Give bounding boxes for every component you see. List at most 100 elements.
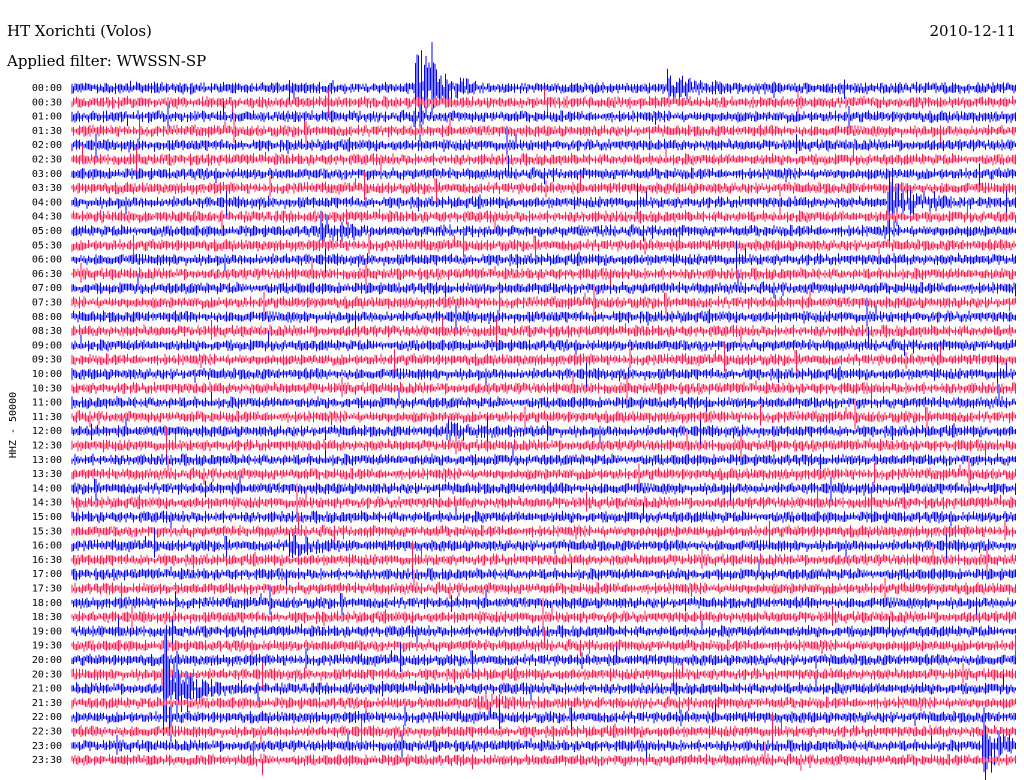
- trace-row-2200: [71, 700, 1016, 736]
- time-tick-label: 19:00: [32, 626, 62, 637]
- trace-row-0530: [71, 228, 1016, 264]
- trace-row-1030: [71, 374, 1016, 405]
- time-tick-label: 03:30: [32, 183, 62, 194]
- time-tick-label: 22:30: [32, 727, 62, 738]
- time-tick-label: 06:30: [32, 269, 62, 280]
- time-tick-label: 14:30: [32, 498, 62, 509]
- trace-row-0230: [71, 145, 1016, 176]
- trace-row-0000: [71, 42, 1016, 142]
- time-tick-label: 21:00: [32, 684, 62, 695]
- trace-row-1730: [71, 570, 1016, 607]
- time-tick-label: 05:00: [32, 226, 62, 237]
- trace-row-1200: [71, 416, 1016, 448]
- time-tick-label: 16:00: [32, 541, 62, 552]
- trace-row-0030: [71, 88, 1016, 119]
- time-tick-label: 00:00: [32, 83, 62, 94]
- time-tick-label: 11:30: [32, 412, 62, 423]
- filter-label: Applied filter: WWSSN-SP: [6, 52, 206, 70]
- helicorder-chart: HT Xorichti (Volos) Applied filter: WWSS…: [6, 22, 1016, 780]
- trace-row-2330: [71, 741, 1016, 776]
- trace-row-2030: [71, 655, 1016, 691]
- time-tick-label: 08:00: [32, 312, 62, 323]
- trace-row-0400: [71, 167, 1016, 242]
- trace-row-0830: [71, 316, 1016, 348]
- time-tick-label: 20:00: [32, 655, 62, 666]
- time-tick-label: 09:30: [32, 355, 62, 366]
- trace-row-0500: [71, 210, 1016, 244]
- trace-row-1630: [71, 541, 1016, 577]
- trace-row-2230: [71, 712, 1016, 748]
- trace-row-1100: [71, 384, 1016, 412]
- trace-row-0930: [71, 342, 1016, 378]
- time-tick-label: 18:00: [32, 598, 62, 609]
- trace-row-1930: [71, 627, 1016, 664]
- trace-row-1400: [71, 474, 1016, 505]
- trace-row-1330: [71, 455, 1016, 492]
- time-tick-label: 11:00: [32, 398, 62, 409]
- trace-row-0130: [71, 113, 1016, 144]
- trace-row-1830: [71, 598, 1016, 634]
- trace-row-1300: [71, 445, 1016, 469]
- time-tick-label: 23:00: [32, 741, 62, 752]
- trace-row-1900: [71, 617, 1016, 648]
- time-tick-label: 13:00: [32, 455, 62, 466]
- trace-row-0300: [71, 155, 1016, 192]
- trace-row-2000: [71, 642, 1016, 673]
- time-tick-label: 02:30: [32, 155, 62, 166]
- time-tick-label: 01:00: [32, 112, 62, 123]
- time-tick-label: 04:30: [32, 212, 62, 223]
- time-tick-label: 23:30: [32, 755, 62, 766]
- trace-row-1500: [71, 502, 1016, 532]
- time-tick-label: 17:30: [32, 584, 62, 595]
- trace-row-0100: [71, 102, 1016, 135]
- trace-row-0200: [71, 126, 1016, 162]
- time-tick-label: 07:00: [32, 283, 62, 294]
- time-tick-label: 13:30: [32, 469, 62, 480]
- trace-row-1230: [71, 426, 1016, 462]
- time-tick-label: 17:00: [32, 569, 62, 580]
- trace-row-0730: [71, 285, 1016, 321]
- time-tick-label: 21:30: [32, 698, 62, 709]
- time-tick-label: 01:30: [32, 126, 62, 137]
- time-tick-label: 12:00: [32, 426, 62, 437]
- seismic-traces: [71, 42, 1016, 780]
- trace-row-0330: [71, 171, 1016, 201]
- date-label: 2010-12-11: [930, 22, 1016, 40]
- trace-row-1530: [71, 512, 1016, 550]
- time-tick-labels: 00:00 00:30 01:00 01:30 02:00 02:30 03:00 03:30…: [32, 83, 62, 766]
- time-tick-label: 15:30: [32, 526, 62, 537]
- station-title: HT Xorichti (Volos): [7, 22, 152, 40]
- time-tick-label: 06:00: [32, 255, 62, 266]
- time-tick-label: 10:30: [32, 383, 62, 394]
- trace-row-0630: [71, 259, 1016, 291]
- time-tick-label: 15:00: [32, 512, 62, 523]
- time-tick-label: 07:30: [32, 298, 62, 309]
- time-tick-label: 02:00: [32, 140, 62, 151]
- time-tick-label: 19:30: [32, 641, 62, 652]
- trace-row-1800: [71, 585, 1016, 616]
- trace-row-1130: [71, 399, 1016, 435]
- trace-row-0700: [71, 269, 1016, 299]
- time-tick-label: 04:00: [32, 197, 62, 208]
- trace-row-0900: [71, 327, 1016, 356]
- trace-row-0600: [71, 240, 1016, 276]
- trace-row-1430: [71, 483, 1016, 519]
- time-tick-label: 20:30: [32, 669, 62, 680]
- time-tick-label: 10:00: [32, 369, 62, 380]
- y-axis-label: HHZ - 50000: [8, 392, 19, 458]
- time-tick-label: 22:00: [32, 712, 62, 723]
- time-tick-label: 14:00: [32, 483, 62, 494]
- trace-row-2300: [71, 707, 1016, 780]
- trace-row-1000: [71, 355, 1016, 391]
- time-tick-label: 18:30: [32, 612, 62, 623]
- trace-row-1700: [71, 560, 1016, 589]
- time-tick-label: 12:30: [32, 441, 62, 452]
- time-tick-label: 09:00: [32, 340, 62, 351]
- time-tick-label: 08:30: [32, 326, 62, 337]
- trace-row-1600: [71, 528, 1016, 562]
- time-tick-label: 16:30: [32, 555, 62, 566]
- time-tick-label: 03:00: [32, 169, 62, 180]
- trace-row-2130: [71, 693, 1016, 715]
- trace-row-0430: [71, 202, 1016, 233]
- time-tick-label: 05:30: [32, 240, 62, 251]
